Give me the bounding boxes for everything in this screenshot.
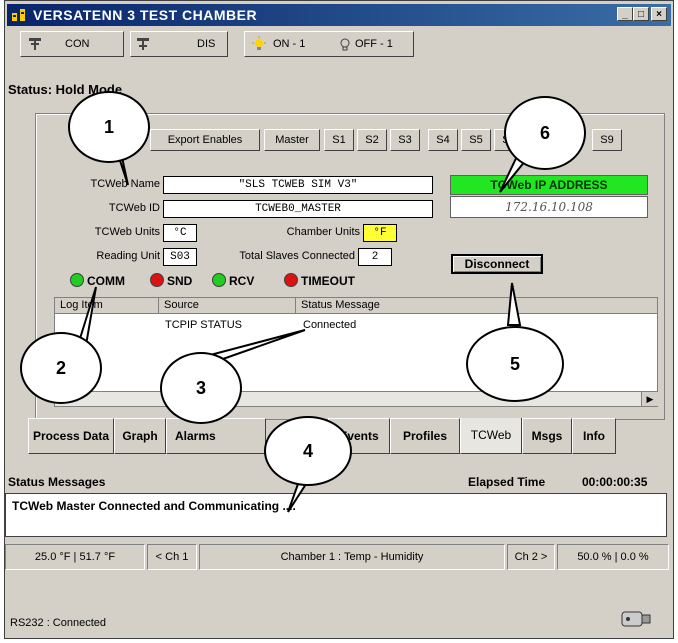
callout-4: 4 [264,416,352,486]
callout-3: 3 [160,352,242,424]
callout-1: 1 [68,91,150,163]
callout-6: 6 [504,96,586,170]
callout-2: 2 [20,332,102,404]
callout-5: 5 [466,326,564,402]
